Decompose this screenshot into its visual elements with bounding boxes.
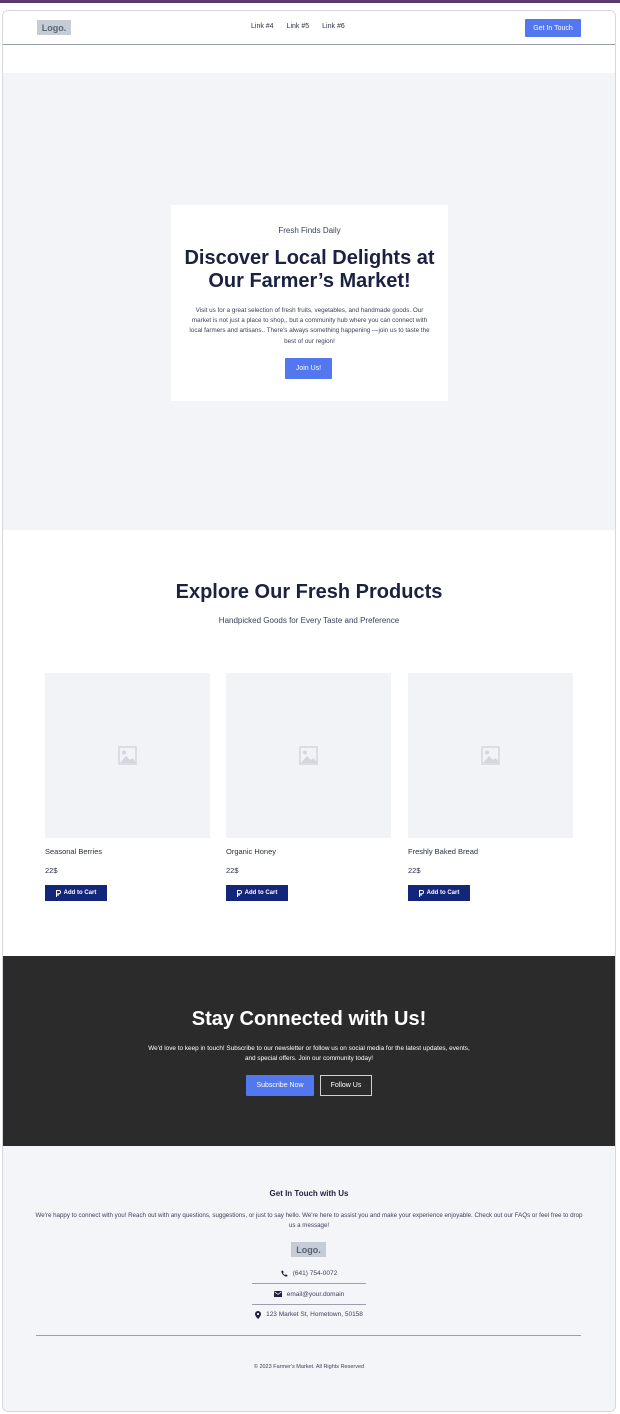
contact-email[interactable]: email@your.domain — [252, 1284, 366, 1305]
nav-link-4[interactable]: Link #4 — [251, 23, 274, 30]
subscribe-button[interactable]: Subscribe Now — [246, 1075, 314, 1096]
add-to-cart-label: Add to Cart — [244, 890, 278, 896]
get-in-touch-button[interactable]: Get In Touch — [525, 19, 581, 37]
phone-icon — [281, 1269, 288, 1277]
product-price: 22$ — [45, 866, 58, 875]
nav-link-6[interactable]: Link #6 — [322, 23, 345, 30]
phone-number: (641) 754-0072 — [292, 1269, 338, 1277]
hero-description: Visit us for a great selection of fresh … — [189, 307, 430, 345]
add-to-cart-button[interactable]: Add to Cart — [226, 885, 288, 901]
add-to-cart-button[interactable]: Add to Cart — [45, 885, 107, 901]
image-placeholder-icon — [481, 746, 500, 765]
footer-logo[interactable]: Logo. — [291, 1242, 326, 1257]
product-name[interactable]: Organic Honey — [226, 847, 276, 856]
navbar: Logo. Link #4 Link #5 Link #6 Get In Tou… — [3, 11, 615, 45]
page-frame: Logo. Link #4 Link #5 Link #6 Get In Tou… — [2, 10, 616, 1412]
image-placeholder-icon — [299, 746, 318, 765]
newsletter-text: We'd love to keep in touch! Subscribe to… — [148, 1045, 470, 1062]
hero-eyebrow: Fresh Finds Daily — [278, 226, 341, 235]
street-address: 123 Market St, Hometown, 50158 — [266, 1311, 363, 1318]
footer: Get In Touch with Us We're happy to conn… — [3, 1146, 615, 1411]
products-title: Explore Our Fresh Products — [175, 581, 443, 603]
cart-icon — [55, 889, 61, 897]
products-subtitle: Handpicked Goods for Every Taste and Pre… — [218, 616, 400, 625]
footer-divider — [36, 1335, 581, 1336]
product-image-placeholder — [45, 673, 210, 838]
copyright: © 2023 Farmer's Market. All Rights Reser… — [253, 1364, 365, 1370]
product-name[interactable]: Freshly Baked Bread — [408, 847, 478, 856]
product-price: 22$ — [408, 866, 421, 875]
product-card: Freshly Baked Bread 22$ Add to Cart — [408, 673, 573, 901]
email-address: email@your.domain — [286, 1290, 345, 1298]
cart-icon — [418, 889, 424, 897]
window-top-accent — [0, 0, 620, 3]
footer-title: Get In Touch with Us — [269, 1189, 349, 1198]
product-card: Organic Honey 22$ Add to Cart — [226, 673, 391, 901]
product-image-placeholder — [408, 673, 573, 838]
follow-us-button[interactable]: Follow Us — [320, 1075, 372, 1096]
nav-links: Link #4 Link #5 Link #6 — [251, 23, 345, 30]
nav-link-5[interactable]: Link #5 — [287, 23, 310, 30]
hero-title: Discover Local Delights at Our Farmer’s … — [184, 247, 435, 292]
hero-card: Fresh Finds Daily Discover Local Delight… — [171, 205, 448, 401]
image-placeholder-icon — [118, 746, 137, 765]
logo[interactable]: Logo. — [37, 20, 71, 35]
cart-icon — [236, 889, 242, 897]
add-to-cart-label: Add to Cart — [63, 890, 97, 896]
add-to-cart-label: Add to Cart — [426, 890, 460, 896]
product-price: 22$ — [226, 866, 239, 875]
product-name[interactable]: Seasonal Berries — [45, 847, 102, 856]
add-to-cart-button[interactable]: Add to Cart — [408, 885, 470, 901]
contact-address[interactable]: 123 Market St, Hometown, 50158 — [252, 1304, 366, 1325]
hero-section: Fresh Finds Daily Discover Local Delight… — [3, 73, 615, 530]
email-icon — [273, 1291, 282, 1297]
footer-text: We're happy to connect with you! Reach o… — [35, 1212, 583, 1229]
join-us-button[interactable]: Join Us! — [285, 358, 332, 379]
newsletter-title: Stay Connected with Us! — [191, 1008, 427, 1030]
contact-phone[interactable]: (641) 754-0072 — [252, 1263, 366, 1284]
product-card: Seasonal Berries 22$ Add to Cart — [45, 673, 210, 901]
newsletter-section: Stay Connected with Us! We'd love to kee… — [3, 956, 615, 1146]
location-pin-icon — [255, 1310, 262, 1319]
product-image-placeholder — [226, 673, 391, 838]
